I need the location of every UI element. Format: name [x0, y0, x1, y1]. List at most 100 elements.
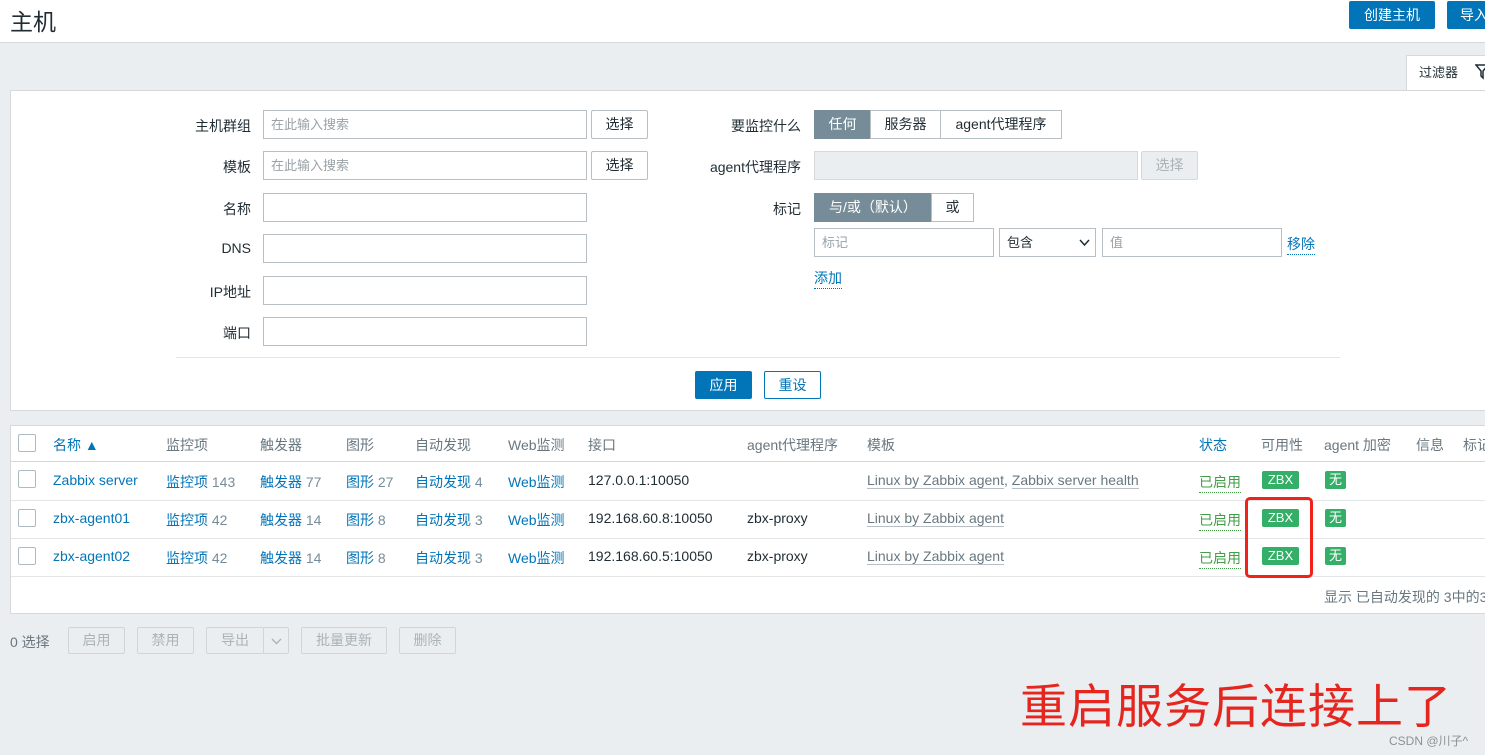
col-info: 信息 [1416, 437, 1444, 453]
host-group-select-button[interactable]: 选择 [591, 110, 648, 139]
row-checkbox[interactable] [18, 547, 36, 565]
graphs-link[interactable]: 图形 [346, 512, 374, 528]
template-link[interactable]: Zabbix server health [1011, 472, 1139, 489]
row-checkbox[interactable] [18, 509, 36, 527]
discovery-link[interactable]: 自动发现 [415, 474, 471, 490]
tag-value-input[interactable]: 值 [1102, 228, 1282, 257]
delete-button[interactable]: 删除 [399, 627, 456, 654]
triggers-count: 77 [305, 474, 322, 490]
discovery-count: 4 [474, 474, 483, 490]
interface-value: 127.0.0.1:10050 [588, 472, 690, 488]
encryption-badge: 无 [1325, 471, 1346, 489]
graphs-count: 27 [377, 474, 394, 490]
ip-input[interactable] [263, 276, 587, 305]
triggers-count: 14 [305, 550, 322, 566]
monitored-by-server[interactable]: 服务器 [870, 110, 941, 139]
tag-add-link[interactable]: 添加 [814, 268, 842, 289]
reset-button[interactable]: 重设 [764, 371, 821, 399]
graphs-link[interactable]: 图形 [346, 550, 374, 566]
tags-mode-and-or[interactable]: 与/或（默认） [814, 193, 932, 222]
name-label: 名称 [223, 201, 251, 217]
col-proxy: agent代理程序 [747, 437, 839, 453]
template-input[interactable]: 在此输入搜索 [263, 151, 587, 180]
col-web: Web监测 [508, 437, 565, 453]
enable-button[interactable]: 启用 [68, 627, 125, 654]
discovery-link[interactable]: 自动发现 [415, 550, 471, 566]
tag-operator-select[interactable]: 包含 [999, 228, 1096, 257]
filter-divider [176, 357, 1340, 358]
row-checkbox[interactable] [18, 470, 36, 488]
encryption-badge: 无 [1325, 509, 1346, 527]
col-name[interactable]: 名称 ▲ [53, 435, 99, 455]
export-dropdown-button[interactable] [263, 627, 289, 654]
template-link[interactable]: Linux by Zabbix agent [867, 548, 1004, 565]
chevron-down-icon [271, 638, 282, 645]
mass-update-button[interactable]: 批量更新 [301, 627, 387, 654]
web-link[interactable]: Web监测 [508, 472, 565, 492]
filter-tab[interactable]: 过滤器 [1406, 55, 1485, 91]
col-triggers: 触发器 [260, 437, 302, 453]
ip-label: IP地址 [209, 284, 251, 300]
create-host-button[interactable]: 创建主机 [1349, 1, 1435, 29]
monitored-by-proxy[interactable]: agent代理程序 [940, 110, 1062, 139]
col-status[interactable]: 状态 [1199, 435, 1227, 455]
dns-label: DNS [221, 240, 251, 256]
template-link[interactable]: Linux by Zabbix agent [867, 472, 1004, 489]
interface-value: 192.168.60.5:10050 [588, 548, 713, 564]
template-label: 模板 [223, 159, 251, 175]
name-input[interactable] [263, 193, 587, 222]
web-link[interactable]: Web监测 [508, 510, 565, 530]
tags-mode-or[interactable]: 或 [931, 193, 974, 222]
proxy-value: zbx-proxy [747, 548, 808, 564]
dns-input[interactable] [263, 234, 587, 263]
monitored-by-label: 要监控什么 [731, 118, 801, 134]
tag-name-input[interactable]: 标记 [814, 228, 994, 257]
status-toggle[interactable]: 已启用 [1199, 548, 1241, 569]
triggers-link[interactable]: 触发器 [260, 550, 302, 566]
graphs-link[interactable]: 图形 [346, 474, 374, 490]
table-row: Zabbix server 监控项 143 触发器 77 图形 27 自动发现 … [11, 462, 1485, 500]
discovery-link[interactable]: 自动发现 [415, 512, 471, 528]
col-graphs: 图形 [346, 437, 374, 453]
apply-button[interactable]: 应用 [695, 371, 752, 399]
triggers-link[interactable]: 触发器 [260, 512, 302, 528]
col-discovery: 自动发现 [415, 437, 471, 453]
select-all-checkbox[interactable] [18, 434, 36, 452]
items-link[interactable]: 监控项 [166, 474, 208, 490]
host-name-link[interactable]: zbx-agent01 [53, 510, 130, 526]
import-button[interactable]: 导入 [1447, 1, 1485, 29]
web-link[interactable]: Web监测 [508, 548, 565, 568]
triggers-link[interactable]: 触发器 [260, 474, 302, 490]
tag-remove-link[interactable]: 移除 [1287, 234, 1315, 255]
items-count: 42 [211, 512, 228, 528]
watermark: CSDN @川子^ [1389, 734, 1469, 748]
items-link[interactable]: 监控项 [166, 512, 208, 528]
filter-panel: 主机群组 在此输入搜索 选择 模板 在此输入搜索 选择 名称 DNS IP地址 … [10, 90, 1485, 411]
page-header: 主机 创建主机 导入 [0, 0, 1485, 43]
triggers-count: 14 [305, 512, 322, 528]
proxy-label: agent代理程序 [709, 159, 801, 175]
tag-operator-value: 包含 [1007, 235, 1034, 250]
status-toggle[interactable]: 已启用 [1199, 510, 1241, 531]
items-count: 42 [211, 550, 228, 566]
port-input[interactable] [263, 317, 587, 346]
template-select-button[interactable]: 选择 [591, 151, 648, 180]
export-button[interactable]: 导出 [206, 627, 264, 654]
host-name-link[interactable]: zbx-agent02 [53, 548, 130, 564]
col-templates: 模板 [867, 437, 895, 453]
host-group-input[interactable]: 在此输入搜索 [263, 110, 587, 139]
filter-icon [1475, 64, 1485, 80]
template-separator: , [1003, 472, 1008, 488]
col-interface: 接口 [588, 437, 616, 453]
items-link[interactable]: 监控项 [166, 550, 208, 566]
encryption-badge: 无 [1325, 547, 1346, 565]
host-name-link[interactable]: Zabbix server [53, 472, 138, 488]
page-title: 主机 [10, 9, 56, 35]
status-toggle[interactable]: 已启用 [1199, 472, 1241, 493]
col-items: 监控项 [166, 437, 208, 453]
disable-button[interactable]: 禁用 [137, 627, 194, 654]
proxy-input [814, 151, 1138, 180]
discovery-count: 3 [474, 550, 483, 566]
monitored-by-any[interactable]: 任何 [814, 110, 871, 139]
template-link[interactable]: Linux by Zabbix agent [867, 510, 1004, 527]
